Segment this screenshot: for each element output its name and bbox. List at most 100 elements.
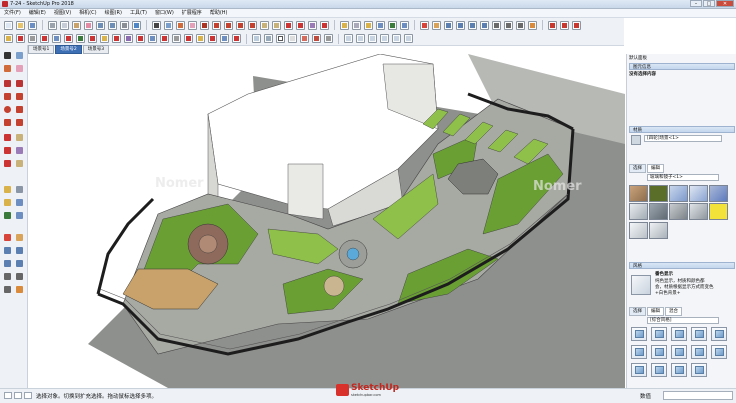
arc-icon[interactable] bbox=[212, 20, 221, 30]
move-icon[interactable] bbox=[284, 20, 293, 30]
push-pull-icon[interactable] bbox=[260, 20, 269, 30]
plugin-tool-icon[interactable] bbox=[100, 34, 109, 43]
close-button[interactable]: ✕ bbox=[716, 0, 734, 7]
front-view-icon[interactable] bbox=[368, 34, 377, 43]
move-tool-icon[interactable] bbox=[3, 133, 12, 142]
3d-text-icon[interactable] bbox=[400, 20, 409, 30]
xray-style-icon[interactable] bbox=[252, 34, 261, 43]
right-view-icon[interactable] bbox=[380, 34, 389, 43]
measurements-input[interactable] bbox=[663, 391, 733, 400]
3d-warehouse-icon[interactable] bbox=[548, 20, 557, 30]
look-around-icon[interactable] bbox=[516, 20, 525, 30]
help-icon[interactable] bbox=[24, 392, 32, 399]
style-preset-button[interactable] bbox=[691, 363, 707, 377]
plugin-tool-icon[interactable] bbox=[172, 34, 181, 43]
material-swatch[interactable] bbox=[669, 203, 688, 220]
dimension-tool-icon[interactable] bbox=[15, 185, 24, 194]
position-camera-icon[interactable] bbox=[492, 20, 501, 30]
tab-styles-edit[interactable]: 编辑 bbox=[647, 307, 664, 316]
axes-tool-icon[interactable] bbox=[3, 211, 12, 220]
previous-view-icon[interactable] bbox=[480, 20, 489, 30]
rotate-icon[interactable] bbox=[296, 20, 305, 30]
scene-tab-1[interactable]: 场景号1 bbox=[28, 45, 55, 54]
style-preset-button[interactable] bbox=[631, 345, 647, 359]
maximize-button[interactable]: □ bbox=[703, 0, 715, 7]
pan-icon[interactable] bbox=[432, 20, 441, 30]
left-view-icon[interactable] bbox=[404, 34, 413, 43]
look-around-tool-icon[interactable] bbox=[3, 285, 12, 294]
menu-draw[interactable]: 绘图(R) bbox=[101, 9, 126, 17]
tab-edit[interactable]: 编辑 bbox=[647, 164, 664, 173]
style-library-select[interactable]: [综合风格] bbox=[647, 317, 719, 324]
push-pull-tool-icon[interactable] bbox=[15, 133, 24, 142]
back-view-icon[interactable] bbox=[392, 34, 401, 43]
line-tool-icon[interactable] bbox=[3, 79, 12, 88]
plugin-tool-icon[interactable] bbox=[16, 34, 25, 43]
zoom-extents-icon[interactable] bbox=[468, 20, 477, 30]
zoom-icon[interactable] bbox=[444, 20, 453, 30]
style-preset-button[interactable] bbox=[671, 363, 687, 377]
polygon-icon[interactable] bbox=[248, 20, 257, 30]
plugin-tool-icon[interactable] bbox=[52, 34, 61, 43]
rotated-rectangle-tool-icon[interactable] bbox=[15, 92, 24, 101]
pan-tool-icon[interactable] bbox=[15, 233, 24, 242]
tape-measure-icon[interactable] bbox=[340, 20, 349, 30]
scene-tab-3[interactable]: 场景号3 bbox=[82, 45, 110, 54]
shaded-textures-style-icon[interactable] bbox=[312, 34, 321, 43]
top-view-icon[interactable] bbox=[356, 34, 365, 43]
rectangle-tool-icon[interactable] bbox=[3, 92, 12, 101]
hidden-line-style-icon[interactable] bbox=[288, 34, 297, 43]
cut-icon[interactable] bbox=[48, 20, 57, 30]
model-viewport[interactable]: Nomer Nomer bbox=[28, 54, 625, 388]
style-preset-button[interactable] bbox=[691, 345, 707, 359]
plugin-tool-icon[interactable] bbox=[160, 34, 169, 43]
tab-select[interactable]: 选择 bbox=[629, 164, 646, 173]
style-preset-button[interactable] bbox=[631, 363, 647, 377]
plugin-tool-icon[interactable] bbox=[220, 34, 229, 43]
style-preset-button[interactable] bbox=[671, 327, 687, 341]
plugin-tool-icon[interactable] bbox=[124, 34, 133, 43]
plugin-tool-icon[interactable] bbox=[232, 34, 241, 43]
paint-bucket-tool-icon[interactable] bbox=[3, 64, 12, 73]
plugin-tool-icon[interactable] bbox=[64, 34, 73, 43]
material-swatch[interactable] bbox=[669, 185, 688, 202]
minimize-button[interactable]: – bbox=[690, 0, 702, 7]
arc-tool-icon[interactable] bbox=[3, 118, 12, 127]
material-swatch[interactable] bbox=[689, 203, 708, 220]
zoom-tool-icon[interactable] bbox=[3, 246, 12, 255]
materials-header[interactable]: 材质 bbox=[629, 126, 735, 133]
orbit-tool-icon[interactable] bbox=[3, 233, 12, 242]
material-swatch[interactable] bbox=[709, 185, 728, 202]
menu-camera[interactable]: 相机(C) bbox=[75, 9, 100, 17]
rectangle-icon[interactable] bbox=[224, 20, 233, 30]
offset-tool-icon[interactable] bbox=[15, 159, 24, 168]
layout-icon[interactable] bbox=[572, 20, 581, 30]
position-camera-tool-icon[interactable] bbox=[3, 272, 12, 281]
menu-extensions[interactable]: 扩展程序 bbox=[178, 9, 206, 17]
material-swatch[interactable] bbox=[629, 203, 648, 220]
style-preset-button[interactable] bbox=[691, 327, 707, 341]
section-plane-icon[interactable] bbox=[528, 20, 537, 30]
plugin-tool-icon[interactable] bbox=[28, 34, 37, 43]
style-preset-button[interactable] bbox=[651, 363, 667, 377]
plugin-tool-icon[interactable] bbox=[88, 34, 97, 43]
geo-location-icon[interactable] bbox=[4, 392, 12, 399]
redo-icon[interactable] bbox=[108, 20, 117, 30]
text-icon[interactable] bbox=[376, 20, 385, 30]
credits-icon[interactable] bbox=[14, 392, 22, 399]
tab-styles-select[interactable]: 选择 bbox=[629, 307, 646, 316]
plugin-tool-icon[interactable] bbox=[148, 34, 157, 43]
monochrome-style-icon[interactable] bbox=[324, 34, 333, 43]
text-tool-icon[interactable] bbox=[15, 198, 24, 207]
line-icon[interactable] bbox=[200, 20, 209, 30]
material-swatch[interactable] bbox=[649, 203, 668, 220]
select-tool-icon[interactable] bbox=[3, 51, 12, 60]
zoom-extents-tool-icon[interactable] bbox=[3, 259, 12, 268]
component-icon[interactable] bbox=[164, 20, 173, 30]
section-plane-tool-icon[interactable] bbox=[15, 285, 24, 294]
plugin-tool-icon[interactable] bbox=[76, 34, 85, 43]
material-swatch[interactable] bbox=[629, 185, 648, 202]
menu-tools[interactable]: 工具(T) bbox=[126, 9, 151, 17]
copy-icon[interactable] bbox=[60, 20, 69, 30]
plugin-tool-icon[interactable] bbox=[136, 34, 145, 43]
